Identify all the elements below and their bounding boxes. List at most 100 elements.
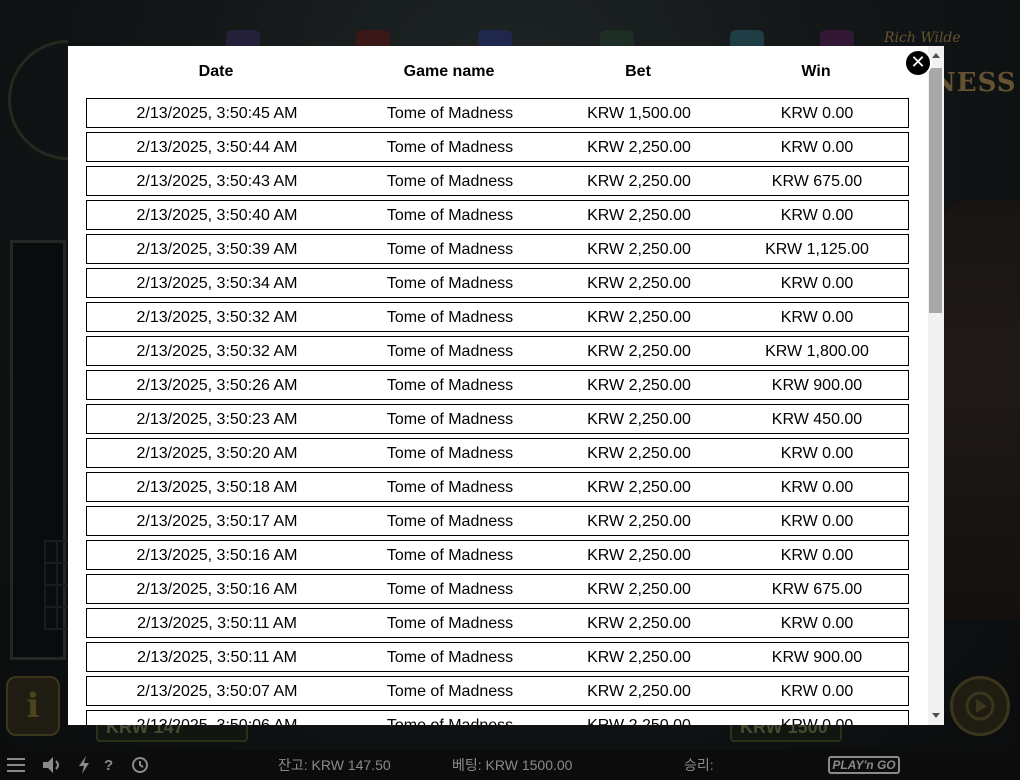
ornate-frame [8, 40, 68, 160]
cell-date: 2/13/2025, 3:50:40 AM [136, 207, 298, 224]
cell-game-name: Tome of Madness [386, 683, 514, 700]
table-row: 2/13/2025, 3:50:44 AM Tome of Madness KRW … [86, 132, 909, 162]
cell-date: 2/13/2025, 3:50:44 AM [136, 139, 298, 156]
cell-bet: KRW 2,250.00 [587, 513, 691, 530]
cell-bet: KRW 2,250.00 [587, 683, 691, 700]
table-row: 2/13/2025, 3:50:17 AM Tome of Madness KRW … [86, 506, 909, 536]
cell-win: KRW 0.00 [780, 615, 854, 632]
cell-date: 2/13/2025, 3:50:43 AM [136, 173, 298, 190]
status-bar: ? 잔고: KRW 147.50 베팅: KRW 1500.00 승리: PLA… [0, 750, 1020, 780]
table-row: 2/13/2025, 3:50:11 AM Tome of Madness KRW … [86, 608, 909, 638]
sound-icon[interactable] [42, 750, 62, 780]
cell-bet: KRW 1,500.00 [587, 105, 691, 122]
cell-game-name: Tome of Madness [386, 173, 514, 190]
close-button[interactable]: ✕ [904, 49, 932, 77]
table-row: 2/13/2025, 3:50:18 AM Tome of Madness KRW … [86, 472, 909, 502]
cell-win: KRW 0.00 [780, 275, 854, 292]
cell-date: 2/13/2025, 3:50:11 AM [137, 649, 297, 666]
cell-game-name: Tome of Madness [386, 105, 514, 122]
cell-win: KRW 0.00 [780, 105, 854, 122]
game-history-modal: Date Game name Bet Win 2/13/2025, 3:50:4… [68, 46, 944, 725]
table-row: 2/13/2025, 3:50:32 AM Tome of Madness KRW … [86, 336, 909, 366]
cell-date: 2/13/2025, 3:50:23 AM [136, 411, 298, 428]
scroll-down-arrow-icon[interactable] [928, 709, 944, 723]
cell-game-name: Tome of Madness [386, 207, 514, 224]
cell-win: KRW 0.00 [717, 717, 917, 725]
table-row: 2/13/2025, 3:50:34 AM Tome of Madness KRW … [86, 268, 909, 298]
cell-bet: KRW 2,250.00 [587, 445, 691, 462]
header-game-name: Game name [403, 63, 495, 80]
cell-game-name: Tome of Madness [335, 717, 565, 725]
spin-button[interactable] [950, 676, 1010, 736]
cell-game-name: Tome of Madness [386, 649, 514, 666]
cell-date: 2/13/2025, 3:50:18 AM [136, 479, 298, 496]
cell-win: KRW 450.00 [771, 411, 863, 428]
cell-date: 2/13/2025, 3:50:16 AM [136, 547, 298, 564]
info-icon: i [26, 686, 40, 726]
table-row: 2/13/2025, 3:50:39 AM Tome of Madness KRW … [86, 234, 909, 264]
cell-win: KRW 1,800.00 [765, 343, 869, 360]
cell-bet: KRW 2,250.00 [587, 207, 691, 224]
cell-win: KRW 0.00 [780, 207, 854, 224]
cell-win: KRW 0.00 [780, 513, 854, 530]
cell-win: KRW 900.00 [771, 649, 863, 666]
cell-win: KRW 0.00 [780, 445, 854, 462]
brand-logo: PLAY'n GO [828, 756, 900, 774]
history-icon[interactable] [130, 750, 150, 780]
table-row: 2/13/2025, 3:50:45 AM Tome of Madness KRW … [86, 98, 909, 128]
cell-game-name: Tome of Madness [386, 377, 514, 394]
reel-frame-left [10, 240, 66, 660]
cell-bet: KRW 2,250.00 [587, 139, 691, 156]
scrollbar[interactable] [928, 46, 944, 725]
cell-bet: KRW 2,250.00 [587, 649, 691, 666]
cell-win: KRW 0.00 [780, 683, 854, 700]
scroll-thumb[interactable] [929, 68, 942, 313]
table-row: 2/13/2025, 3:50:32 AM Tome of Madness KRW … [86, 302, 909, 332]
cell-game-name: Tome of Madness [386, 309, 514, 326]
cell-bet: KRW 2,250.00 [587, 241, 691, 258]
history-table-header: Date Game name Bet Win [68, 46, 928, 98]
cell-date: 2/13/2025, 3:50:20 AM [136, 445, 298, 462]
cell-date: 2/13/2025, 3:50:17 AM [136, 513, 298, 530]
cell-bet: KRW 2,250.00 [587, 479, 691, 496]
logo-subtitle: Rich Wilde [884, 30, 961, 46]
character-figure [940, 200, 1020, 620]
table-row: 2/13/2025, 3:50:16 AM Tome of Madness KRW … [86, 574, 909, 604]
table-row: 2/13/2025, 3:50:06 AMTome of MadnessKRW … [86, 710, 909, 725]
table-row: 2/13/2025, 3:50:07 AM Tome of Madness KRW … [86, 676, 909, 706]
table-row: 2/13/2025, 3:50:20 AM Tome of Madness KRW … [86, 438, 909, 468]
cell-date: 2/13/2025, 3:50:39 AM [136, 241, 298, 258]
menu-icon[interactable] [6, 750, 26, 780]
header-bet: Bet [625, 63, 651, 80]
cell-date: 2/13/2025, 3:50:26 AM [136, 377, 298, 394]
info-button[interactable]: i [6, 676, 60, 736]
cell-bet: KRW 2,250.00 [587, 581, 691, 598]
cell-bet: KRW 2,250.00 [587, 547, 691, 564]
cell-date: 2/13/2025, 3:50:16 AM [136, 581, 298, 598]
cell-win: KRW 1,125.00 [765, 241, 869, 258]
table-row: 2/13/2025, 3:50:43 AM Tome of Madness KRW … [86, 166, 909, 196]
cell-date: 2/13/2025, 3:50:45 AM [136, 105, 298, 122]
cell-game-name: Tome of Madness [386, 547, 514, 564]
cell-win: KRW 900.00 [771, 377, 863, 394]
history-table-body: 2/13/2025, 3:50:45 AM Tome of Madness KRW … [86, 98, 909, 725]
cell-game-name: Tome of Madness [386, 479, 514, 496]
table-row: 2/13/2025, 3:50:26 AM Tome of Madness KRW … [86, 370, 909, 400]
win-text: 승리: [684, 757, 714, 773]
cell-game-name: Tome of Madness [386, 513, 514, 530]
cell-game-name: Tome of Madness [386, 411, 514, 428]
table-row: 2/13/2025, 3:50:11 AM Tome of Madness KRW … [86, 642, 909, 672]
cell-bet: KRW 2,250.00 [587, 173, 691, 190]
header-date: Date [198, 63, 234, 80]
cell-bet: KRW 2,250.00 [587, 377, 691, 394]
table-row: 2/13/2025, 3:50:16 AM Tome of Madness KRW … [86, 540, 909, 570]
cell-bet: KRW 2,250.00 [587, 275, 691, 292]
cell-bet: KRW 2,250.00 [587, 343, 691, 360]
cell-game-name: Tome of Madness [386, 615, 514, 632]
cell-bet: KRW 2,250.00 [539, 717, 739, 725]
help-icon[interactable]: ? [104, 750, 113, 780]
cell-date: 2/13/2025, 3:50:11 AM [137, 615, 297, 632]
cell-win: KRW 0.00 [780, 479, 854, 496]
cell-date: 2/13/2025, 3:50:07 AM [136, 683, 298, 700]
turbo-icon[interactable] [78, 750, 90, 780]
